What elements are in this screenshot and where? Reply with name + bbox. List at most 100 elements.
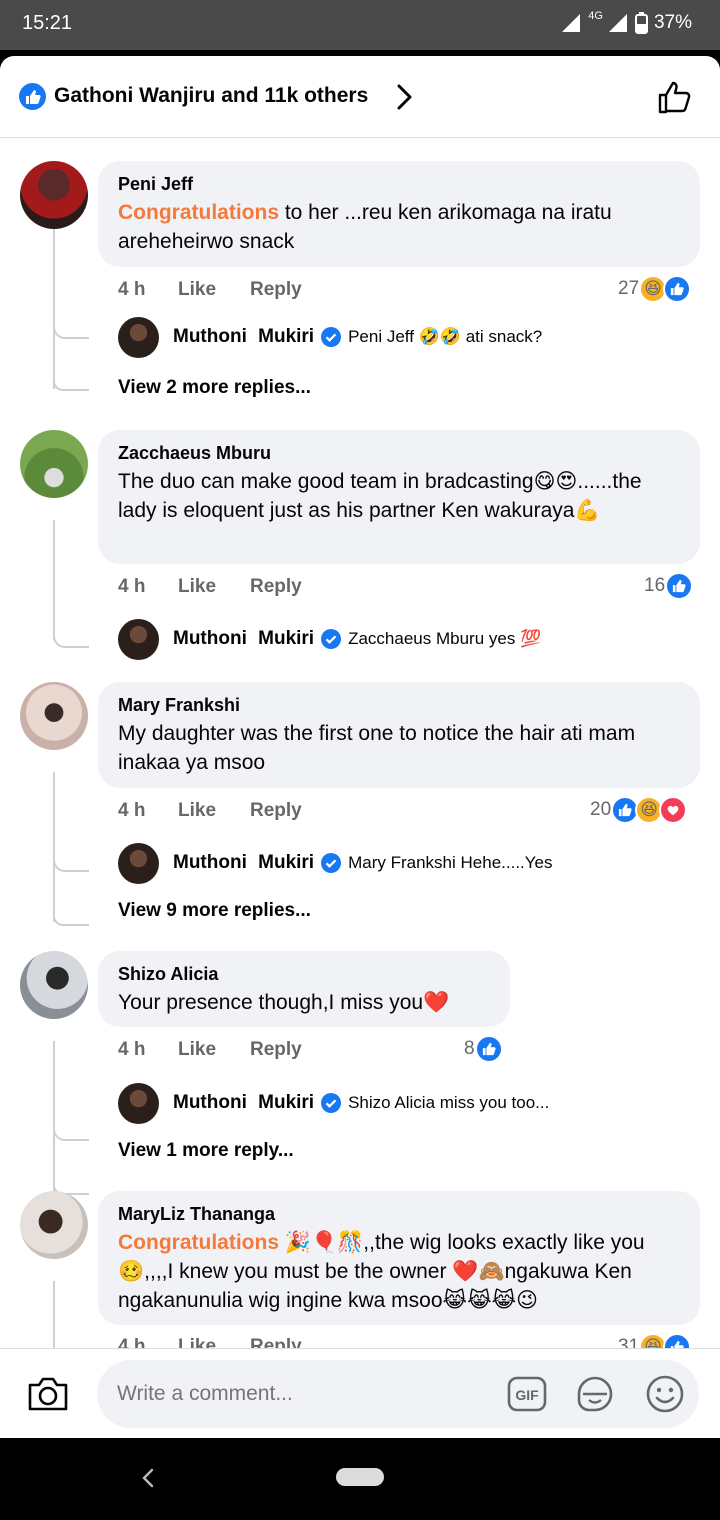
reply-text: Peni Jeff 🤣🤣 ati snack? xyxy=(348,327,543,346)
status-bar: 15:21 4G 37% xyxy=(0,0,720,50)
comment-thread: MaryLiz Thananga Congratulations 🎉🎈🎊,,th… xyxy=(0,1191,720,1349)
reaction-count: 16 xyxy=(644,575,666,596)
reply-avatar[interactable] xyxy=(118,618,159,660)
comment-box[interactable]: GIF xyxy=(97,1360,699,1428)
thread-connector xyxy=(53,369,89,391)
reply-author[interactable]: Muthoni Mukiri xyxy=(173,852,314,874)
thread-connector xyxy=(53,610,89,648)
reply-author[interactable]: Muthoni Mukiri xyxy=(173,628,314,650)
comment-author[interactable]: Mary Frankshi xyxy=(118,694,680,716)
like-reaction-icon xyxy=(665,572,694,600)
reaction-count: 27 xyxy=(618,278,640,299)
comment-bubble: Mary Frankshi My daughter was the first … xyxy=(98,682,700,788)
comment-thread: Peni Jeff Congratulations to her ...reu … xyxy=(0,139,720,407)
chevron-right-icon[interactable] xyxy=(392,82,416,112)
sticker-icon[interactable] xyxy=(575,1374,615,1414)
verified-badge-icon xyxy=(321,1093,342,1113)
reply-button[interactable]: Reply xyxy=(250,279,302,301)
thread-connector xyxy=(53,299,89,339)
comment-author[interactable]: Shizo Alicia xyxy=(118,963,490,985)
comment-actions: 4 h Like Reply xyxy=(118,1039,302,1061)
avatar[interactable] xyxy=(20,951,88,1019)
comment-author[interactable]: Zacchaeus Mburu xyxy=(118,442,680,464)
reply-avatar[interactable] xyxy=(118,1082,159,1124)
comment-thread: Mary Frankshi My daughter was the first … xyxy=(0,682,720,942)
reply-text: Zacchaeus Mburu yes 💯 xyxy=(348,629,542,648)
love-reaction-icon xyxy=(659,796,688,824)
comment-text: Congratulations 🎉🎈🎊,,the wig looks exact… xyxy=(118,1228,680,1315)
view-more-replies-link[interactable]: View 1 more reply... xyxy=(118,1140,294,1162)
reaction-summary[interactable]: 31 😆 xyxy=(618,1333,692,1349)
gif-icon[interactable]: GIF xyxy=(507,1376,547,1412)
reply-avatar[interactable] xyxy=(118,316,159,358)
like-button[interactable]: Like xyxy=(178,279,250,301)
comment-time: 4 h xyxy=(118,1039,146,1060)
reply-button[interactable]: Reply xyxy=(250,1039,302,1061)
avatar[interactable] xyxy=(20,161,88,229)
comment-author[interactable]: MaryLiz Thananga xyxy=(118,1203,680,1225)
reaction-count: 20 xyxy=(590,799,612,820)
view-more-replies-link[interactable]: View 2 more replies... xyxy=(118,377,311,399)
reactions-header[interactable]: Gathoni Wanjiru and 11k others xyxy=(0,56,720,138)
like-reaction-icon xyxy=(663,1333,692,1349)
comment-text: The duo can make good team in bradcastin… xyxy=(118,467,680,525)
reply-text: Shizo Alicia miss you too... xyxy=(348,1093,550,1112)
reaction-summary[interactable]: 8 xyxy=(464,1035,503,1063)
comment-body: Your presence though,I miss you❤️ xyxy=(118,991,450,1014)
like-button[interactable]: Like xyxy=(178,1039,250,1061)
comment-text: Congratulations to her ...reu ken arikom… xyxy=(118,198,680,256)
network-type: 4G xyxy=(588,10,603,22)
comment-bubble: Shizo Alicia Your presence though,I miss… xyxy=(98,951,510,1027)
comment-body: My daughter was the first one to notice … xyxy=(118,722,636,774)
avatar[interactable] xyxy=(20,1191,88,1259)
verified-badge-icon xyxy=(321,327,342,347)
comment-composer: GIF xyxy=(0,1348,720,1438)
view-more-replies-link[interactable]: View 9 more replies... xyxy=(118,900,311,922)
thumbs-up-outline-icon[interactable] xyxy=(656,78,694,116)
reply-button[interactable]: Reply xyxy=(250,800,302,822)
reaction-summary[interactable]: 27 😆 xyxy=(618,275,692,303)
comment-body: The duo can make good team in bradcastin… xyxy=(118,470,642,522)
reaction-summary[interactable]: 20 😆 xyxy=(590,796,688,824)
comment-thread: Zacchaeus Mburu The duo can make good te… xyxy=(0,430,720,680)
status-icons: 4G 37% xyxy=(560,10,692,34)
camera-icon[interactable] xyxy=(26,1373,70,1413)
comment-bubble: Peni Jeff Congratulations to her ...reu … xyxy=(98,161,700,267)
avatar[interactable] xyxy=(20,682,88,750)
comment-list: Peni Jeff Congratulations to her ...reu … xyxy=(0,139,720,1349)
comment-actions: 4 h Like Reply xyxy=(118,279,302,301)
comment-input[interactable] xyxy=(117,1382,477,1406)
status-time: 15:21 xyxy=(22,12,73,34)
reply-item: Muthoni Mukiri Peni Jeff 🤣🤣 ati snack? xyxy=(118,316,542,358)
like-badge-icon xyxy=(19,83,46,110)
reaction-summary[interactable]: 16 xyxy=(644,572,694,600)
reply-avatar[interactable] xyxy=(118,842,159,884)
battery-percent: 37% xyxy=(653,12,692,33)
reply-item: Muthoni Mukiri Shizo Alicia miss you too… xyxy=(118,1082,549,1124)
reaction-count: 8 xyxy=(464,1038,475,1059)
like-reaction-icon xyxy=(474,1035,503,1063)
verified-badge-icon xyxy=(321,853,342,873)
comment-bubble: Zacchaeus Mburu The duo can make good te… xyxy=(98,430,700,564)
avatar[interactable] xyxy=(20,430,88,498)
back-icon[interactable] xyxy=(138,1466,158,1490)
like-button[interactable]: Like xyxy=(178,576,250,598)
comment-actions: 4 h Like Reply xyxy=(118,576,302,598)
verified-badge-icon xyxy=(321,629,342,649)
highlight-word: Congratulations xyxy=(118,1231,279,1254)
comment-actions: 4 h Like Reply xyxy=(118,800,302,822)
battery-icon xyxy=(634,12,648,34)
like-reaction-icon xyxy=(663,275,692,303)
reply-author[interactable]: Muthoni Mukiri xyxy=(173,326,314,348)
comment-author[interactable]: Peni Jeff xyxy=(118,173,680,195)
comments-sheet: Gathoni Wanjiru and 11k others Peni Jeff… xyxy=(0,56,720,1438)
comment-time: 4 h xyxy=(118,576,146,597)
reactions-summary[interactable]: Gathoni Wanjiru and 11k others xyxy=(54,84,368,108)
emoji-icon[interactable] xyxy=(645,1374,685,1414)
like-button[interactable]: Like xyxy=(178,800,250,822)
reply-author[interactable]: Muthoni Mukiri xyxy=(173,1092,314,1114)
signal-icon-2 xyxy=(608,14,627,32)
thread-connector xyxy=(53,904,89,926)
home-pill[interactable] xyxy=(336,1468,384,1486)
reply-button[interactable]: Reply xyxy=(250,576,302,598)
